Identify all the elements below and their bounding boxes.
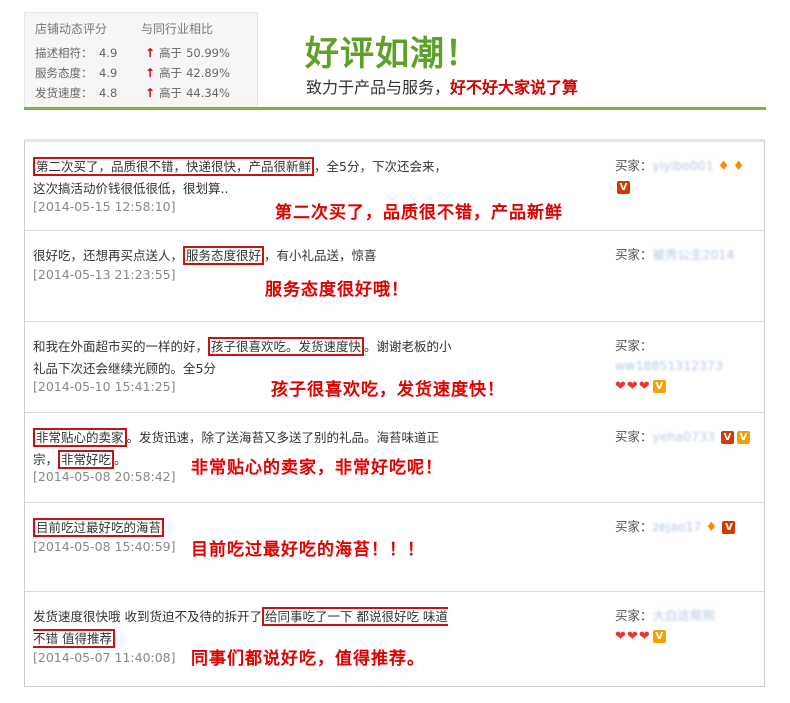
buyer-label: 买家： xyxy=(615,247,653,262)
review-quote-box: 服务态度很好 xyxy=(183,246,265,265)
review-date: [2014-05-08 15:40:59] xyxy=(33,539,176,554)
rating-label: 发货速度： xyxy=(35,86,93,100)
heart-icon: ❤ xyxy=(626,628,638,644)
buyer-info: 买家：yiyibo001 ♦ ♦ V xyxy=(615,156,755,196)
rating-row-shipping: 发货速度： 4.8 ↑ 高于 44.34% xyxy=(35,85,230,101)
rating-percent: 44.34% xyxy=(186,86,230,100)
heart-icon: ❤ xyxy=(638,378,650,394)
diamond-icon: ♦ xyxy=(732,158,745,174)
reviews-panel: 第二次买了，品质很不错，快递很快，产品很新鲜 ，全5分，下次还会来，这次搞活动价钱… xyxy=(24,139,765,687)
heart-icon: ❤ xyxy=(615,378,626,394)
review-date: [2014-05-15 12:58:10] xyxy=(33,199,176,214)
review-date: [2014-05-08 20:58:42] xyxy=(33,469,176,484)
buyer-name[interactable]: ww18851312373 xyxy=(615,358,723,373)
review-highlight: 第二次买了，品质很不错，产品新鲜 xyxy=(275,203,563,223)
rating-row-description: 描述相符： 4.9 ↑ 高于 50.99% xyxy=(35,45,230,61)
buyer-info: 买家：被秀公主2014 xyxy=(615,245,755,265)
rating-higher: 高于 xyxy=(159,66,183,80)
review-date: [2014-05-07 11:40:08] xyxy=(33,650,176,665)
review-highlight: 同事们都说好吃，值得推荐。 xyxy=(191,649,425,669)
header-divider xyxy=(24,107,766,110)
buyer-label: 买家： xyxy=(615,519,653,534)
review-text: 很好吃，还想再买点送人， 服务态度很好 ，有小礼品送，惊喜 xyxy=(33,246,377,265)
buyer-label: 买家： xyxy=(615,338,653,353)
rating-percent: 50.99% xyxy=(186,46,230,60)
rating-header-left: 店铺动态评分 xyxy=(35,22,108,36)
page-subtitle: 致力于产品与服务，好不好大家说了算 xyxy=(306,74,578,98)
buyer-name[interactable]: zejao17 xyxy=(653,519,702,534)
review-highlight: 目前吃过最好吃的海苔！！！ xyxy=(191,540,425,560)
buyer-info: 买家：zejao17 ♦ V xyxy=(615,517,755,537)
review-quote-box: 孩子很喜欢吃。发货速度快 xyxy=(208,337,365,356)
page-title: 好评如潮！ xyxy=(305,34,480,74)
review-item: 非常贴心的卖家 。发货迅速，除了送海苔又多送了别的礼品。海苔味道正宗， 非常好吃。 … xyxy=(25,413,764,503)
rating-higher: 高于 xyxy=(159,86,183,100)
diamond-icon: ♦ xyxy=(717,158,730,174)
vip-badge-icon: V xyxy=(652,380,666,393)
rating-header: 店铺动态评分 与同行业相比 xyxy=(35,20,247,37)
rating-percent: 42.89% xyxy=(186,66,230,80)
arrow-up-icon: ↑ xyxy=(145,66,156,80)
review-quote-box: 非常好吃 xyxy=(58,450,115,469)
diamond-icon: ♦ xyxy=(705,519,718,535)
buyer-label: 买家： xyxy=(615,608,653,623)
review-highlight: 服务态度很好哦！ xyxy=(265,280,409,300)
vip-badge-icon: V xyxy=(617,181,630,194)
review-date: [2014-05-13 21:23:55] xyxy=(33,267,176,282)
buyer-name[interactable]: 大白这帮熊 xyxy=(653,608,716,623)
rating-label: 描述相符： xyxy=(35,46,93,60)
buyer-name[interactable]: yiyibo001 xyxy=(653,158,714,173)
buyer-label: 买家： xyxy=(615,429,653,444)
rating-score: 4.8 xyxy=(99,86,118,100)
vip-badge-icon: V xyxy=(652,630,666,643)
review-item: 目前吃过最好吃的海苔 [2014-05-08 15:40:59] 目前吃过最好吃… xyxy=(25,503,764,592)
arrow-up-icon: ↑ xyxy=(145,86,156,100)
vip-badge-icon: V xyxy=(736,431,750,444)
review-item: 很好吃，还想再买点送人， 服务态度很好 ，有小礼品送，惊喜 [2014-05-13 … xyxy=(25,231,764,322)
buyer-info: 买家：yeha0733 VV xyxy=(615,427,755,447)
review-quote-box: 目前吃过最好吃的海苔 xyxy=(33,518,165,537)
vip-badge-icon: V xyxy=(720,431,734,444)
subtitle-plain: 致力于产品与服务， xyxy=(306,78,451,97)
arrow-up-icon: ↑ xyxy=(145,46,156,60)
heart-icon: ❤ xyxy=(638,628,650,644)
heart-icon: ❤ xyxy=(626,378,638,394)
subtitle-red: 好不好大家说了算 xyxy=(450,78,579,97)
review-item: 发货速度很快哦 收到货迫不及待的拆开了 给同事吃了一下 都说很好吃 味道不错 值得… xyxy=(25,592,764,687)
rating-higher: 高于 xyxy=(159,46,183,60)
review-quote-box: 第二次买了，品质很不错，快递很快，产品很新鲜 xyxy=(33,157,315,176)
vip-badge-icon: V xyxy=(722,521,736,534)
shop-rating-box: 店铺动态评分 与同行业相比 描述相符： 4.9 ↑ 高于 50.99% 服务态度： … xyxy=(24,12,258,108)
review-text: 第二次买了，品质很不错，快递很快，产品很新鲜 ，全5分，下次还会来，这次搞活动价钱… xyxy=(33,157,447,196)
rating-header-right: 与同行业相比 xyxy=(140,22,213,36)
heart-icon: ❤ xyxy=(615,628,626,644)
review-quote-box: 非常贴心的卖家 xyxy=(33,428,127,447)
review-date: [2014-05-10 15:41:25] xyxy=(33,379,176,394)
buyer-name[interactable]: yeha0733 xyxy=(653,429,715,444)
rating-row-service: 服务态度： 4.9 ↑ 高于 42.89% xyxy=(35,65,230,81)
rating-label: 服务态度： xyxy=(35,66,93,80)
review-highlight: 孩子很喜欢吃，发货速度快！ xyxy=(271,380,505,400)
buyer-info: 买家：大白这帮熊 ❤ ❤ ❤ V xyxy=(615,606,755,646)
review-item: 和我在外面超市买的一样的好， 孩子很喜欢吃。发货速度快 。谢谢老板的小礼品下次还会继… xyxy=(25,322,764,413)
rating-score: 4.9 xyxy=(99,46,118,60)
buyer-info: 买家： ww18851312373 ❤ ❤ ❤ V xyxy=(615,336,755,396)
review-text: 和我在外面超市买的一样的好， 孩子很喜欢吃。发货速度快 。谢谢老板的小礼品下次还会继… xyxy=(33,337,452,376)
buyer-name[interactable]: 被秀公主2014 xyxy=(653,247,735,262)
buyer-label: 买家： xyxy=(615,158,653,173)
rating-score: 4.9 xyxy=(99,66,118,80)
review-highlight: 非常贴心的卖家，非常好吃呢！ xyxy=(191,458,443,478)
review-item: 第二次买了，品质很不错，快递很快，产品很新鲜 ，全5分，下次还会来，这次搞活动价钱… xyxy=(25,142,764,231)
